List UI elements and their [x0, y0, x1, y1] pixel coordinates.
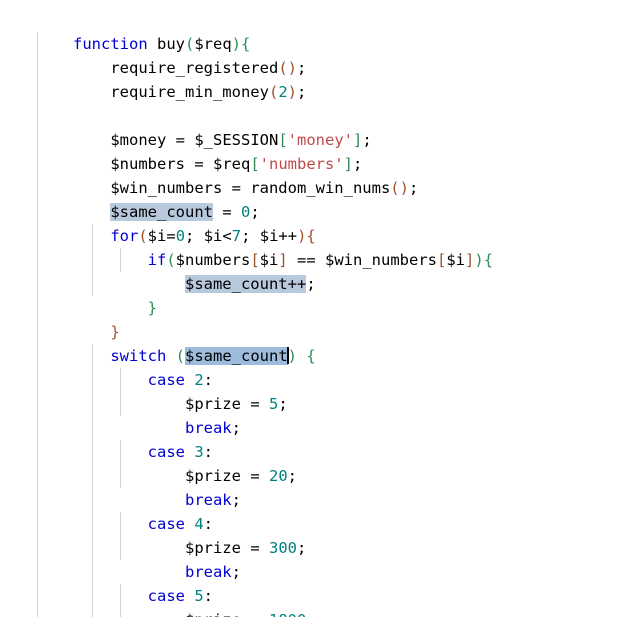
code-line[interactable]: require_min_money(2);: [0, 56, 621, 101]
code-line[interactable]: require_registered();: [0, 32, 621, 77]
indent-guide: [120, 464, 121, 488]
code-line[interactable]: break;: [0, 464, 621, 509]
code-text-area[interactable]: function buy($req){ require_registered()…: [0, 8, 621, 617]
indent-guide: [92, 416, 93, 440]
indent-guide: [92, 488, 93, 512]
indent-guide: [37, 200, 38, 224]
code-line[interactable]: $prize = 300;: [0, 512, 621, 557]
code-line[interactable]: $prize = 5;: [0, 368, 621, 413]
indent-guide: [37, 512, 38, 536]
indent-guide: [37, 584, 38, 608]
indent-guide: [37, 416, 38, 440]
code-line[interactable]: case 4:: [0, 488, 621, 533]
indent-guide: [37, 440, 38, 464]
indent-guide: [37, 272, 38, 296]
indent-guide: [120, 392, 121, 416]
code-line[interactable]: case 2:: [0, 344, 621, 389]
indent-guide: [92, 272, 93, 296]
code-line[interactable]: function buy($req){: [0, 8, 621, 53]
code-line[interactable]: $prize = 20;: [0, 440, 621, 485]
indent-guide: [37, 224, 38, 248]
indent-guide: [37, 128, 38, 152]
indent-guide: [120, 608, 121, 617]
indent-guide: [92, 584, 93, 608]
code-line[interactable]: $prize = 1800;: [0, 584, 621, 617]
indent-guide: [92, 608, 93, 617]
code-line[interactable]: case 5:: [0, 560, 621, 605]
indent-guide: [92, 248, 93, 272]
indent-guide: [37, 104, 38, 128]
indent-guide: [92, 224, 93, 248]
indent-guide: [37, 80, 38, 104]
indent-guide: [37, 488, 38, 512]
indent-guide: [37, 368, 38, 392]
indent-guide: [92, 368, 93, 392]
indent-guide: [120, 368, 121, 392]
indent-guide: [37, 32, 38, 56]
indent-guide: [120, 512, 121, 536]
indent-guide: [37, 176, 38, 200]
indent-guide: [120, 440, 121, 464]
code-line[interactable]: case 3:: [0, 416, 621, 461]
indent-guide: [37, 248, 38, 272]
code-line[interactable]: $same_count = 0;: [0, 176, 621, 221]
indent-guide: [92, 536, 93, 560]
indent-guide: [37, 392, 38, 416]
code-line[interactable]: if($numbers[$i] == $win_numbers[$i]){: [0, 224, 621, 269]
indent-guide: [120, 536, 121, 560]
indent-guide: [120, 584, 121, 608]
indent-guide: [92, 440, 93, 464]
code-line[interactable]: }: [0, 272, 621, 317]
indent-guide: [37, 320, 38, 344]
indent-guide: [37, 560, 38, 584]
code-line[interactable]: break;: [0, 536, 621, 581]
indent-guide: [37, 536, 38, 560]
code-line[interactable]: break;: [0, 608, 621, 617]
code-line[interactable]: $numbers = $req['numbers'];: [0, 128, 621, 173]
code-line-blank[interactable]: [0, 80, 621, 104]
indent-guide: [37, 296, 38, 320]
indent-guide: [37, 344, 38, 368]
indent-guide: [37, 56, 38, 80]
code-line[interactable]: $same_count++;: [0, 248, 621, 293]
indent-guide: [92, 512, 93, 536]
code-line[interactable]: for($i=0; $i<7; $i++){: [0, 200, 621, 245]
code-line[interactable]: switch ($same_count) {: [0, 320, 621, 365]
indent-guide: [37, 464, 38, 488]
indent-guide: [120, 248, 121, 272]
indent-guide: [37, 152, 38, 176]
indent-guide: [92, 464, 93, 488]
code-line[interactable]: $money = $_SESSION['money'];: [0, 104, 621, 149]
indent-guide: [92, 560, 93, 584]
code-line[interactable]: $win_numbers = random_win_nums();: [0, 152, 621, 197]
indent-guide: [92, 392, 93, 416]
indent-guide: [37, 608, 38, 617]
code-line[interactable]: break;: [0, 392, 621, 437]
code-line[interactable]: }: [0, 296, 621, 341]
indent-guide: [92, 344, 93, 368]
code-editor-canvas[interactable]: function buy($req){ require_registered()…: [0, 0, 621, 617]
